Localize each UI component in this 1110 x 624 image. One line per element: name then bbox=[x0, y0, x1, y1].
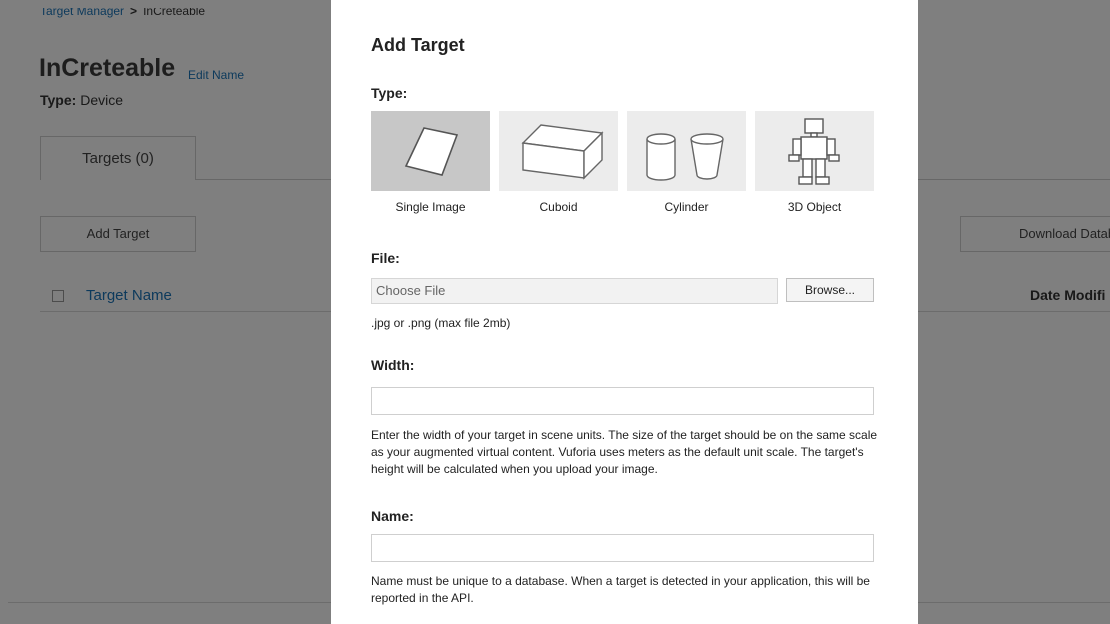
file-hint: .jpg or .png (max file 2mb) bbox=[371, 316, 511, 330]
single-image-icon bbox=[404, 127, 459, 176]
name-hint: Name must be unique to a database. When … bbox=[371, 574, 870, 605]
width-hint: Enter the width of your target in scene … bbox=[371, 428, 878, 476]
type-caption-3d-object: 3D Object bbox=[787, 200, 842, 214]
file-label: File: bbox=[371, 250, 400, 266]
browse-button[interactable]: Browse... bbox=[786, 278, 874, 302]
width-input[interactable] bbox=[371, 387, 874, 415]
type-option-single-image[interactable] bbox=[371, 111, 490, 191]
width-label: Width: bbox=[371, 357, 415, 373]
dialog-title: Add Target bbox=[371, 35, 465, 55]
cuboid-icon bbox=[521, 124, 604, 180]
name-input[interactable] bbox=[371, 534, 874, 562]
3d-object-icon bbox=[788, 118, 840, 185]
name-label: Name: bbox=[371, 508, 414, 524]
type-caption-cuboid: Cuboid bbox=[539, 200, 578, 214]
type-option-cuboid[interactable] bbox=[499, 111, 618, 191]
type-caption-cylinder: Cylinder bbox=[664, 200, 709, 214]
add-target-dialog: Add Target Type: Single Image Cuboid Cyl… bbox=[331, 0, 918, 624]
type-label: Type: bbox=[371, 85, 408, 101]
file-input[interactable]: Choose File bbox=[371, 278, 778, 304]
type-caption-single-image: Single Image bbox=[395, 200, 466, 214]
type-option-3d-object[interactable] bbox=[755, 111, 874, 191]
type-option-cylinder[interactable] bbox=[627, 111, 746, 191]
cylinder-icon bbox=[646, 133, 724, 181]
